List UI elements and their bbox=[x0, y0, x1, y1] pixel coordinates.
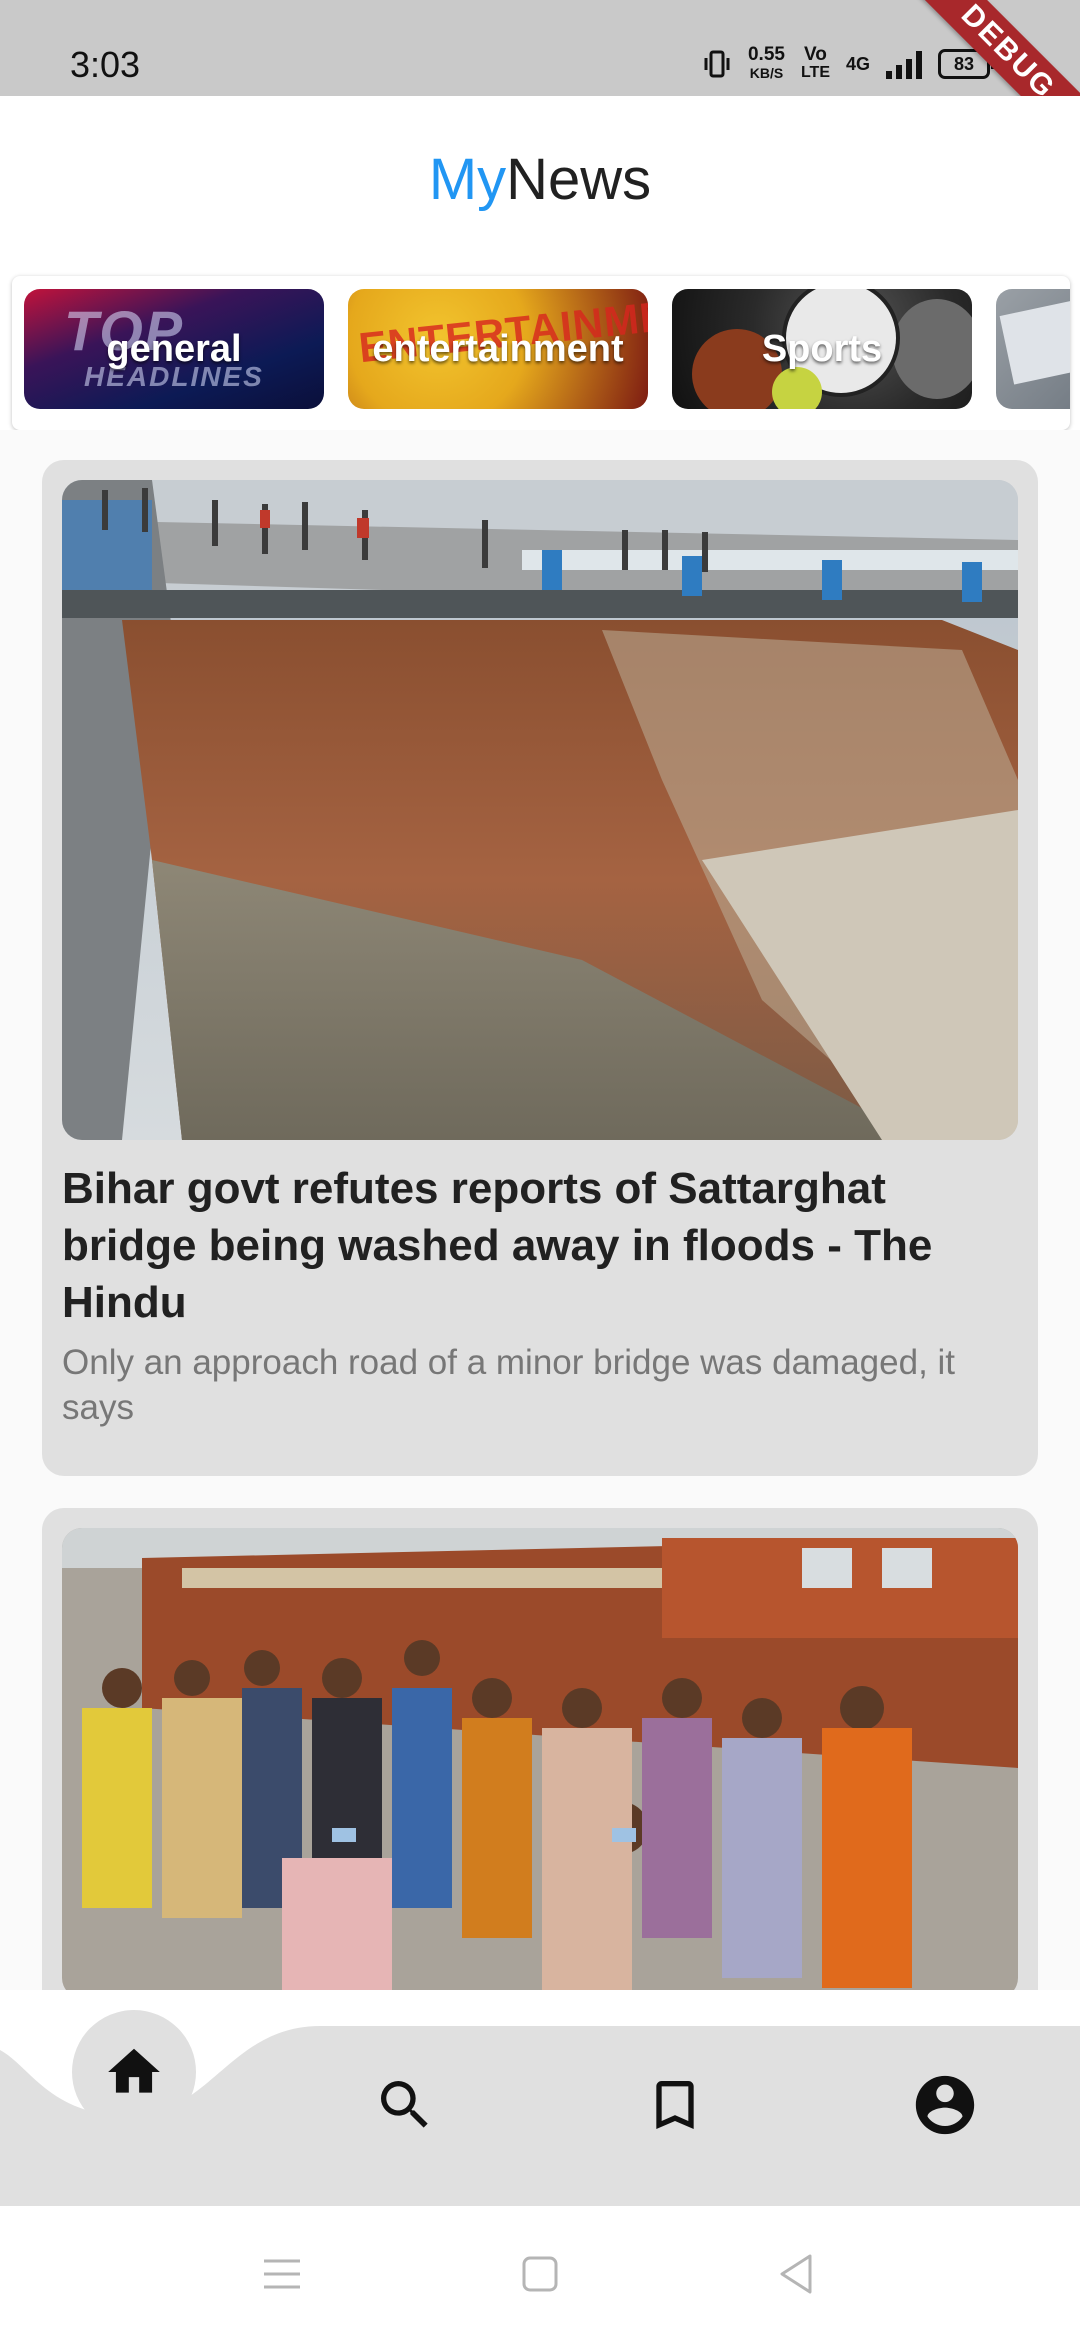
menu-icon bbox=[264, 2259, 300, 2289]
system-navigation-bar bbox=[0, 2206, 1080, 2340]
category-next[interactable] bbox=[996, 289, 1070, 409]
article-description: Only an approach road of a minor bridge … bbox=[62, 1343, 956, 1427]
system-menu-button[interactable] bbox=[260, 2252, 304, 2296]
bookmark-icon bbox=[656, 2081, 694, 2129]
signal-icon bbox=[886, 49, 922, 79]
system-home-button[interactable] bbox=[518, 2252, 562, 2296]
network-type: 4G bbox=[845, 53, 870, 74]
article-image bbox=[62, 480, 1018, 1140]
home-icon bbox=[108, 2048, 160, 2093]
vibrate-icon bbox=[704, 50, 730, 78]
category-label: Sports bbox=[761, 327, 883, 370]
category-label: entertainment bbox=[372, 327, 624, 370]
home-square-icon bbox=[522, 2256, 558, 2292]
nav-account-button[interactable] bbox=[910, 2070, 980, 2140]
app-title-my: My bbox=[428, 147, 507, 212]
search-icon bbox=[381, 2081, 428, 2128]
account-circle-icon bbox=[915, 2075, 975, 2135]
bowling-ball-graphic bbox=[892, 299, 972, 399]
news-feed[interactable]: Bihar govt refutes reports of Sattarghat… bbox=[0, 430, 1080, 1990]
category-entertainment[interactable]: ENTERTAINMENT entertainment bbox=[348, 289, 648, 409]
volte-bottom: LTE bbox=[800, 64, 830, 81]
railway-platform-crowd-photo bbox=[62, 1528, 1018, 1990]
status-bar: 3:03 0.55 KB/S Vo LTE 4G 83 DEBUG bbox=[0, 0, 1080, 181]
nav-home-button[interactable] bbox=[72, 2010, 196, 2134]
news-card[interactable] bbox=[42, 1508, 1038, 1990]
nav-bookmark-button[interactable] bbox=[640, 2070, 710, 2140]
category-general[interactable]: TOP HEADLINES general bbox=[24, 289, 324, 409]
collapsed-bridge-photo bbox=[62, 480, 1018, 1140]
network-speed: 0.55 KB/S bbox=[747, 44, 785, 82]
app-title-news: News bbox=[506, 147, 652, 212]
laptop-graphic bbox=[999, 299, 1070, 385]
battery-level: 83 bbox=[953, 53, 975, 74]
volte-top: Vo bbox=[804, 44, 827, 65]
network-speed-unit: KB/S bbox=[749, 65, 784, 81]
tennis-ball-graphic bbox=[772, 367, 822, 409]
network-speed-value: 0.55 bbox=[747, 44, 785, 65]
nav-search-button[interactable] bbox=[370, 2070, 440, 2140]
category-sports[interactable]: Sports bbox=[672, 289, 972, 409]
article-image bbox=[62, 1528, 1018, 1990]
category-label: general bbox=[106, 327, 242, 370]
volte-indicator: Vo LTE bbox=[800, 44, 830, 82]
news-card[interactable]: Bihar govt refutes reports of Sattarghat… bbox=[42, 460, 1038, 1476]
back-triangle-icon bbox=[780, 2254, 812, 2294]
status-icons: 0.55 KB/S Vo LTE 4G 83 bbox=[702, 44, 995, 84]
article-title: Bihar govt refutes reports of Sattarghat… bbox=[62, 1164, 933, 1327]
status-time: 3:03 bbox=[70, 44, 141, 85]
system-back-button[interactable] bbox=[774, 2252, 818, 2296]
category-list[interactable]: TOP HEADLINES general ENTERTAINMENT ente… bbox=[12, 276, 1070, 430]
app-bar: MyNews bbox=[0, 96, 1080, 264]
app-title: MyNews bbox=[0, 146, 1080, 213]
